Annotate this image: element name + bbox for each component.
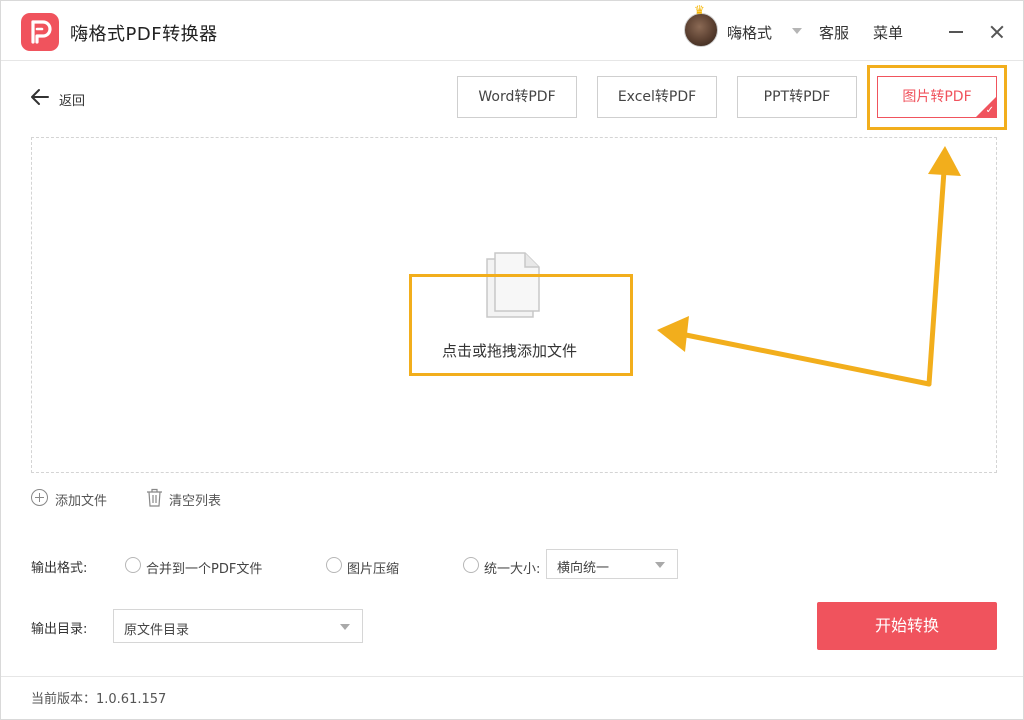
add-file-label: 添加文件 — [55, 494, 108, 509]
chevron-down-icon — [655, 562, 665, 568]
clear-list-label: 清空列表 — [169, 494, 222, 509]
output-format-label: 输出格式: — [31, 561, 88, 576]
output-dir-value: 原文件目录 — [124, 623, 190, 638]
footer-divider — [1, 676, 1023, 677]
radio-image-compress-label: 图片压缩 — [347, 562, 400, 577]
radio-circle — [125, 557, 141, 573]
version-text: 当前版本：1.0.61.157 — [31, 692, 167, 707]
trash-icon — [147, 488, 162, 507]
output-dir-label: 输出目录: — [31, 622, 88, 637]
start-convert-button[interactable]: 开始转换 — [817, 602, 997, 650]
app-window: 嗨格式PDF转换器 ♛ 嗨格式 客服 菜单 返回 Word转PDF Excel转… — [0, 0, 1024, 720]
radio-circle — [463, 557, 479, 573]
radio-uniform-size-label: 统一大小: — [484, 562, 541, 577]
radio-circle — [326, 557, 342, 573]
output-dir-select[interactable]: 原文件目录 — [113, 609, 363, 643]
radio-merge-pdf-label: 合并到一个PDF文件 — [146, 562, 263, 577]
size-select-value: 横向统一 — [557, 561, 610, 576]
add-circle-icon — [31, 489, 48, 506]
chevron-down-icon — [340, 624, 350, 630]
size-select[interactable]: 横向统一 — [546, 549, 678, 579]
